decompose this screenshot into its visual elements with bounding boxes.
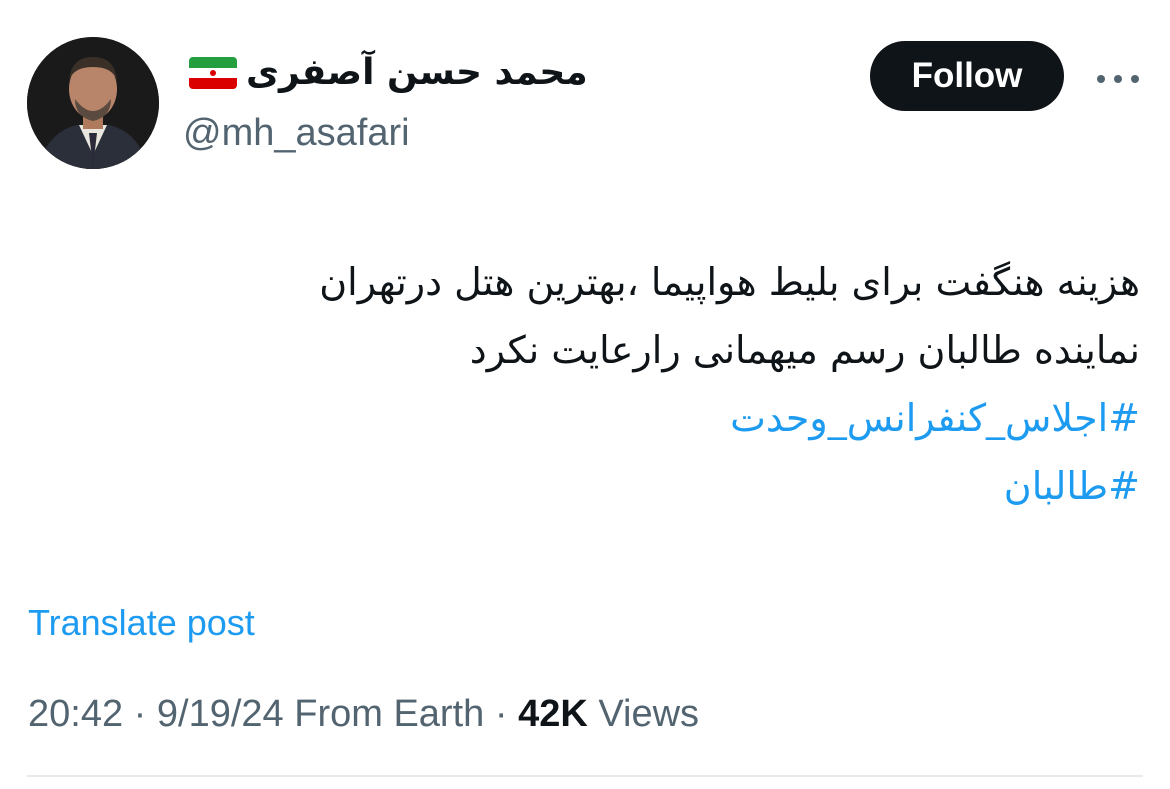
user-handle[interactable]: @mh_asafari: [183, 112, 410, 155]
iran-flag-icon: [189, 57, 237, 89]
views-count[interactable]: 42K: [518, 693, 588, 735]
tweet-source: From Earth: [294, 693, 485, 735]
display-name[interactable]: محمد حسن آصفری: [246, 52, 588, 93]
avatar[interactable]: [27, 37, 159, 169]
meta-separator: ·: [123, 693, 157, 735]
avatar-photo: [27, 37, 159, 169]
translate-post-link[interactable]: Translate post: [28, 602, 255, 644]
tweet-line: هزینه هنگفت برای بلیط هواپیما ،بهترین هت…: [319, 260, 1140, 304]
meta-separator: ·: [484, 693, 519, 735]
divider: [27, 775, 1143, 777]
tweet-date[interactable]: 9/19/24: [157, 693, 284, 735]
tweet-metadata: 20:42 · 9/19/24 From Earth · 42K Views: [28, 693, 699, 736]
views-label[interactable]: Views: [598, 693, 699, 735]
follow-button[interactable]: Follow: [870, 41, 1064, 111]
tweet-line: نماینده طالبان رسم میهمانی رارعایت نکرد: [469, 328, 1140, 372]
tweet-time[interactable]: 20:42: [28, 693, 123, 735]
hashtag-link[interactable]: #طالبان: [50, 452, 1140, 520]
tweet-text: هزینه هنگفت برای بلیط هواپیما ،بهترین هت…: [50, 248, 1140, 520]
hashtag-link[interactable]: #اجلاس_کنفرانس_وحدت: [50, 384, 1140, 452]
ellipsis-icon[interactable]: [1096, 71, 1140, 83]
